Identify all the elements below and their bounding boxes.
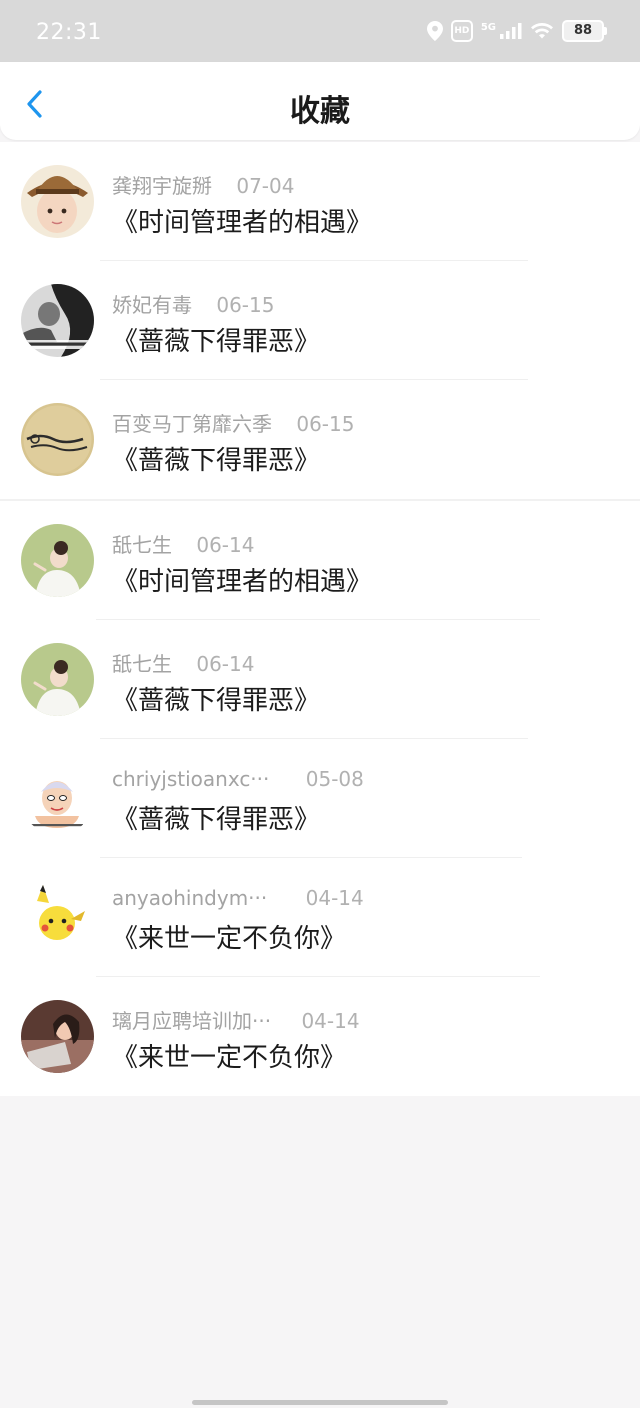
avatar[interactable]	[21, 881, 94, 954]
status-time: 22:31	[36, 20, 102, 45]
item-title[interactable]: 《时间管理者的相遇》	[112, 202, 372, 239]
status-icons: HD 5G 88	[426, 20, 607, 42]
item-meta: 龚翔宇旋掰 07-04	[112, 170, 294, 199]
list-item[interactable]: 龚翔宇旋掰 07-04 《时间管理者的相遇》	[0, 142, 640, 261]
page-title: 收藏	[290, 94, 350, 129]
favorites-list: 龚翔宇旋掰 07-04 《时间管理者的相遇》 娇妃有毒 06-15 《蔷薇下得罪…	[0, 142, 640, 1096]
list-item[interactable]: 璃月应聘培训加··· 04-14 《来世一定不负你》	[0, 977, 640, 1096]
list-item[interactable]: 百变马丁第靡六季 06-15 《蔷薇下得罪恶》	[0, 380, 640, 499]
user-name[interactable]: 龚翔宇旋掰	[112, 170, 212, 199]
item-date: 04-14	[305, 886, 364, 910]
list-item[interactable]: 舐七生 06-14 《蔷薇下得罪恶》	[0, 620, 640, 739]
item-title[interactable]: 《时间管理者的相遇》	[112, 561, 372, 598]
list-item[interactable]: chriyjstioanxc··· 05-08 《蔷薇下得罪恶》	[0, 739, 640, 858]
item-date: 06-15	[296, 412, 355, 436]
item-meta: 娇妃有毒 06-15	[112, 289, 274, 318]
user-name[interactable]: 百变马丁第靡六季	[112, 408, 272, 437]
avatar[interactable]	[21, 762, 94, 835]
user-name[interactable]: 娇妃有毒	[112, 289, 192, 318]
network-type-label: 5G	[480, 21, 496, 33]
list-item[interactable]: anyaohindym··· 04-14 《来世一定不负你》	[0, 858, 640, 977]
hd-icon: HD	[450, 20, 473, 42]
avatar[interactable]	[21, 643, 94, 716]
item-date: 06-14	[196, 533, 255, 557]
item-date: 04-14	[301, 1009, 360, 1033]
user-name[interactable]: 舐七生	[112, 648, 172, 677]
item-title[interactable]: 《蔷薇下得罪恶》	[112, 799, 320, 836]
location-icon	[426, 21, 443, 41]
item-title[interactable]: 《蔷薇下得罪恶》	[112, 440, 320, 477]
item-meta: 璃月应聘培训加··· 04-14	[112, 1005, 360, 1034]
avatar[interactable]	[21, 524, 94, 597]
item-meta: 舐七生 06-14	[112, 648, 254, 677]
user-name[interactable]: 舐七生	[112, 529, 172, 558]
user-name[interactable]: chriyjstioanxc···	[112, 767, 269, 791]
item-date: 07-04	[236, 174, 295, 198]
user-name[interactable]: 璃月应聘培训加···	[112, 1005, 271, 1034]
item-meta: chriyjstioanxc··· 05-08	[112, 767, 364, 791]
avatar[interactable]	[21, 284, 94, 357]
item-meta: anyaohindym··· 04-14	[112, 886, 364, 910]
home-indicator[interactable]	[192, 1400, 448, 1405]
avatar[interactable]	[21, 1000, 94, 1073]
item-title[interactable]: 《蔷薇下得罪恶》	[112, 680, 320, 717]
battery-icon: 88	[562, 20, 607, 42]
signal-icon	[500, 23, 522, 39]
item-title[interactable]: 《来世一定不负你》	[112, 918, 346, 955]
item-title[interactable]: 《蔷薇下得罪恶》	[112, 321, 320, 358]
nav-bar: 收藏	[0, 62, 640, 140]
item-meta: 舐七生 06-14	[112, 529, 254, 558]
user-name[interactable]: anyaohindym···	[112, 886, 267, 910]
list-item[interactable]: 舐七生 06-14 《时间管理者的相遇》	[0, 501, 640, 620]
wifi-icon	[531, 22, 553, 39]
item-date: 06-14	[196, 652, 255, 676]
status-bar: 22:31 HD 5G 88	[0, 0, 640, 62]
item-meta: 百变马丁第靡六季 06-15	[112, 408, 354, 437]
avatar[interactable]	[21, 165, 94, 238]
list-item[interactable]: 娇妃有毒 06-15 《蔷薇下得罪恶》	[0, 261, 640, 380]
item-date: 06-15	[216, 293, 275, 317]
item-date: 05-08	[305, 767, 364, 791]
item-title[interactable]: 《来世一定不负你》	[112, 1037, 346, 1074]
avatar[interactable]	[21, 403, 94, 476]
